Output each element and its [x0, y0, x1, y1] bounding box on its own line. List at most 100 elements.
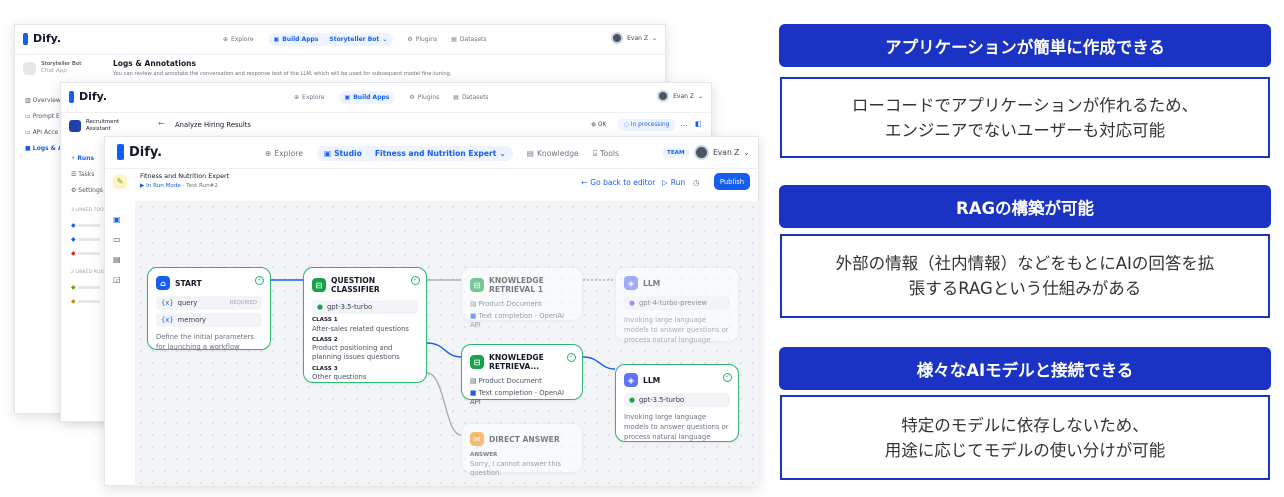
app-name: Fitness and Nutrition Expert: [140, 172, 230, 180]
feature-3-title: 様々なAIモデルと接続できる: [779, 347, 1271, 390]
app-selector[interactable]: Fitness and Nutrition Expert: [375, 149, 497, 158]
node-knowledge-retrieval-2[interactable]: ⊟ KNOWLEDGE RETRIEVA... ✓ ▤ Product Docum…: [461, 344, 583, 406]
node-direct-answer[interactable]: ✉ DIRECT ANSWER ANSWER Sorry, I cannot ans…: [461, 423, 583, 477]
chevron-down-icon: ⌄: [651, 34, 657, 42]
nav-knowledge[interactable]: ▤ Knowledge: [527, 149, 579, 158]
avatar: [694, 145, 709, 160]
tool-icon: ◆: [71, 236, 76, 243]
back-arrow-icon[interactable]: ←: [158, 119, 165, 128]
llm-icon: ◈: [624, 373, 638, 387]
rail-workflow-icon[interactable]: ▣: [113, 210, 121, 230]
chevron-down-icon: ⌄: [743, 148, 750, 157]
nav-datasets[interactable]: ▤ Datasets: [453, 94, 488, 101]
status-badge-ok: ● OK: [591, 122, 607, 128]
rail-monitor-icon[interactable]: ◲: [113, 270, 121, 290]
chevron-down-icon: ⌄: [382, 36, 388, 43]
nav-build-apps[interactable]: ▣ Build Apps Storyteller Bot ⌄: [267, 33, 394, 46]
model-row: ● gpt-4-turbo-preview: [624, 296, 730, 310]
compass-icon: ⊕: [294, 94, 300, 101]
page-title: Analyze Hiring Results: [175, 121, 251, 129]
feature-2-description: 外部の情報（社内情報）などをもとにAIの回答を拡 張するRAGという仕組みがある: [780, 234, 1270, 318]
node-description: Invoking large language models to answer…: [624, 413, 729, 441]
answer-label: ANSWER Sorry, I cannot answer this questi…: [470, 452, 562, 477]
nav-plugins[interactable]: ⚙ Plugins: [407, 36, 437, 43]
main-nav: ⊕ Explore ▣ Build Apps ⚙ Plugins ▤ Datasets: [294, 91, 503, 104]
team-badge: TEAM: [663, 148, 689, 158]
check-icon: ✓: [723, 373, 732, 382]
run-button[interactable]: ▷ Run: [662, 178, 685, 187]
feature-1-description: ローコードでアプリケーションが作れるため、 エンジニアでないユーザーも対応可能: [780, 77, 1270, 158]
nav-studio[interactable]: ▣ Studio Fitness and Nutrition Expert ⌄: [316, 146, 513, 161]
chevron-down-icon: ⌄: [499, 149, 506, 158]
check-icon: ✓: [567, 353, 576, 362]
logs-icon: ■: [25, 145, 33, 152]
book-icon: ▤: [526, 149, 534, 158]
toolbox-icon: ⌸: [592, 148, 598, 158]
user-menu[interactable]: Evan Z ⌄: [694, 145, 750, 160]
user-menu[interactable]: Evan Z ⌄: [657, 90, 703, 102]
feature-1-title: アプリケーションが簡単に作成できる: [779, 24, 1271, 67]
publish-button[interactable]: Publish: [714, 173, 750, 190]
rail-logs-icon[interactable]: ▭: [113, 230, 121, 250]
top-bar: Dify. ⊕ Explore ▣ Build Apps Storyteller Bo…: [15, 25, 665, 55]
nav-build-apps[interactable]: ▣ Build Apps: [338, 91, 396, 104]
class-3: CLASS 3 Other questions: [312, 365, 367, 382]
doc-icon: ▤: [470, 300, 479, 308]
node-question-classifier[interactable]: ⊟ QUESTION CLASSIFIER ✓ ● gpt-3.5-turbo CL…: [303, 267, 427, 383]
sidebar-item-api[interactable]: ▭ API Acce: [25, 125, 63, 141]
play-icon: ▷: [662, 178, 668, 187]
nav-explore[interactable]: ⊕ Explore: [294, 94, 325, 101]
rail-annotate-icon[interactable]: ▤: [113, 250, 121, 270]
nav-tools[interactable]: ⌸ Tools: [593, 149, 619, 159]
app-icon: [23, 61, 36, 75]
panel-icon[interactable]: ◧: [695, 120, 702, 128]
plugin-icon: ◆: [71, 284, 76, 291]
var-query: {x} query REQUIRED: [156, 296, 262, 310]
node-llm-1[interactable]: ◈ LLM ● gpt-4-turbo-preview Invoking large…: [615, 267, 739, 344]
class-1: CLASS 1 After-sales related questions: [312, 317, 409, 333]
app-name: Recruitment Assistant: [86, 119, 120, 133]
app-icon: ✎: [113, 175, 127, 189]
avatar: [611, 32, 624, 44]
node-llm-2[interactable]: ◈ LLM ✓ ● gpt-3.5-turbo Invoking large lan…: [615, 364, 739, 442]
sidebar-item-prompt[interactable]: ▭ Prompt E: [25, 109, 63, 125]
page-title: Logs & Annotations: [113, 59, 196, 68]
chevron-down-icon: ⌄: [697, 92, 703, 100]
plugin-icon: ⚙: [407, 36, 413, 43]
more-icon[interactable]: …: [680, 119, 688, 128]
openai-icon: ●: [629, 396, 635, 404]
tool-icon: ◆: [71, 250, 76, 257]
feature-3-description: 特定のモデルに依存しないため、 用途に応じてモデルの使い分けが可能: [780, 395, 1270, 480]
nav-explore[interactable]: ⊕ Explore: [223, 36, 254, 43]
app-selector[interactable]: Storyteller Bot: [329, 36, 379, 43]
answer-icon: ✉: [470, 432, 484, 446]
openai-icon: ●: [629, 299, 635, 307]
nav-plugins[interactable]: ⚙ Plugins: [409, 94, 439, 101]
retrieval-source: ▤ Product Document: [470, 300, 542, 308]
sidebar-item-overview[interactable]: ▥ Overview: [25, 93, 63, 109]
app-header: Recruitment Assistant: [69, 119, 129, 133]
go-back-editor-button[interactable]: ← Go back to editor: [581, 178, 655, 187]
user-menu[interactable]: Evan Z ⌄: [611, 32, 657, 44]
database-icon: ▤: [451, 36, 457, 43]
retrieval-source: ▤ Product Document: [470, 377, 542, 385]
studio-icon: ▣: [323, 149, 332, 158]
left-rail: ▣ ▭ ▤ ◲: [113, 210, 121, 290]
chart-icon: ▥: [25, 97, 33, 104]
node-start[interactable]: ⌂ START ✓ {x} query REQUIRED {x} memory Defi…: [147, 267, 271, 351]
node-knowledge-retrieval-1[interactable]: ⊟ KNOWLEDGE RETRIEVAL 1 ▤ Product Documen…: [461, 267, 583, 329]
doc-icon: ▤: [470, 377, 479, 385]
dot-icon: ●: [591, 122, 598, 128]
plugin-icon: ⚙: [409, 94, 415, 101]
retrieval-icon: ⊟: [470, 355, 484, 369]
nav-explore[interactable]: ⊕ Explore: [265, 149, 303, 158]
apps-icon: ▣: [344, 94, 351, 101]
app-icon: [69, 120, 81, 133]
history-icon[interactable]: ◷: [693, 178, 700, 187]
node-description: Define the initial parameters for launch…: [156, 333, 254, 351]
model-row: ● gpt-3.5-turbo: [624, 393, 730, 407]
top-bar: Dify. ⊕ Explore ▣ Build Apps ⚙ Plugins ▤ Dat…: [61, 83, 711, 113]
nav-datasets[interactable]: ▤ Datasets: [451, 36, 486, 43]
home-icon: ⌂: [156, 276, 170, 290]
sidebar-item-logs[interactable]: ■ Logs & A: [25, 141, 63, 157]
